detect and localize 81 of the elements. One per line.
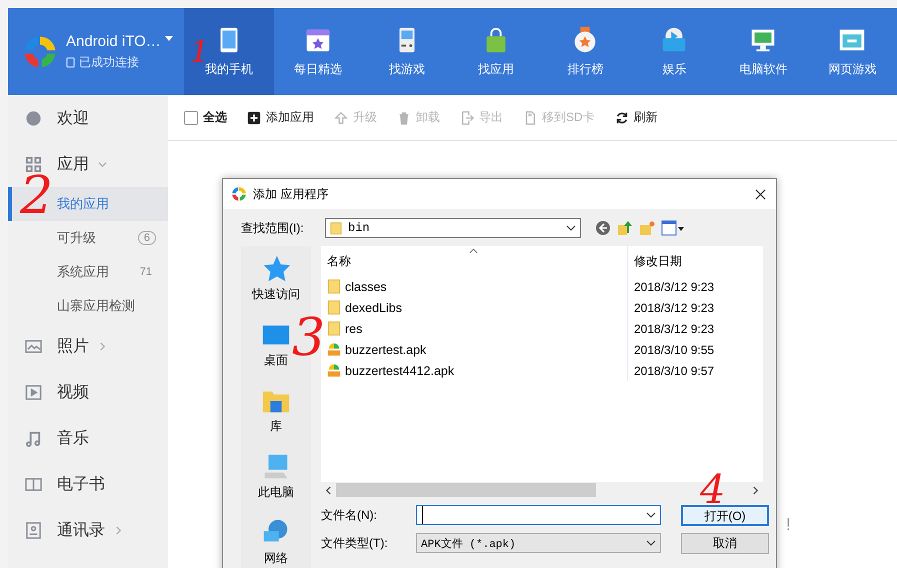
chevron-right-icon [114,526,123,534]
nav-tab[interactable]: 电脑软件 [718,8,808,95]
toolbar-button[interactable]: 添加应用 [247,109,314,126]
date-cell: 2018/3/12 9:23 [627,297,763,318]
contact-icon [25,522,42,538]
music-icon [25,430,42,446]
app-logo-icon [231,186,247,202]
sidebar-item[interactable]: 欢迎 [8,95,168,141]
nav-tab[interactable]: 排行榜 [540,8,630,95]
sd-icon [523,110,537,124]
date-cell: 2018/3/12 9:23 [627,276,763,297]
file-type-label: 文件类型(T): [321,534,389,552]
phone-link-icon [66,56,75,68]
column-header[interactable]: 修改日期 [627,246,763,276]
file-name-field[interactable] [416,505,661,525]
dialog-button[interactable]: 取消 [681,532,769,554]
nav-tab[interactable]: 每日精选 [274,8,363,95]
count-badge: 6 [138,231,156,245]
grid-icon [25,156,42,172]
column-header[interactable]: 名称 [321,252,627,270]
nav-tab[interactable]: 娱乐 [630,8,719,95]
place-shortcut[interactable]: 网络 [261,518,291,567]
export-icon [460,110,474,124]
dialog-title: 添加 应用程序 [253,186,328,202]
device-name[interactable]: Android iTO… [66,32,161,50]
scroll-right-icon[interactable] [752,486,759,494]
up-icon [334,110,348,124]
place-shortcut[interactable]: 桌面 [261,320,291,369]
sidebar-subitem[interactable]: 系统应用 71 [8,255,168,289]
book-icon [25,476,42,492]
background-text: ! [786,515,791,535]
place-shortcut[interactable]: 快速访问 [252,254,300,303]
folder-icon [330,221,342,235]
dialog-button[interactable]: 打开(O) [681,504,769,526]
folder-icon [327,300,341,315]
folder-icon [327,279,341,294]
file-type-dropdown[interactable]: APK文件 (*.apk) [416,533,661,553]
look-in-label: 查找范围(I): [241,220,305,236]
chevron-right-icon [98,342,107,350]
sidebar-item[interactable]: 音乐 [8,415,168,461]
sidebar-subitem[interactable]: 山寨应用检测 [8,289,168,323]
file-name-cell[interactable]: classes [321,276,627,297]
sidebar-item[interactable]: 视频 [8,369,168,415]
folder-icon [327,321,341,336]
date-cell: 2018/3/12 9:23 [627,318,763,339]
sidebar-item[interactable]: 照片 [8,323,168,369]
close-icon[interactable] [755,188,766,200]
date-cell: 2018/3/10 9:57 [627,360,763,381]
apk-file-icon [327,342,341,357]
place-shortcut[interactable]: 库 [261,386,291,435]
trash-icon [397,110,411,124]
view-menu-icon[interactable] [661,220,685,236]
sidebar-item[interactable]: 通讯录 [8,507,168,553]
file-name-label: 文件名(N): [321,506,378,524]
refresh-icon [614,110,629,124]
video-icon [25,384,42,400]
scroll-left-icon[interactable] [325,486,332,494]
look-in-dropdown[interactable]: bin [325,218,581,238]
dropdown-caret-icon [646,540,656,546]
connection-status: 已成功连接 [79,54,139,70]
nav-tab[interactable]: 找应用 [452,8,541,95]
apk-file-icon [327,363,341,378]
place-shortcut[interactable]: 此电脑 [258,452,294,501]
date-cell: 2018/3/10 9:55 [627,339,763,360]
select-all-checkbox[interactable]: 全选 [184,109,227,126]
toolbar-button[interactable]: 刷新 [614,109,658,126]
image-icon [25,338,42,354]
sidebar-item[interactable]: 电子书 [8,461,168,507]
plus-icon [247,110,261,124]
star-icon [261,254,291,284]
sidebar-subitem[interactable]: 可升级 6 [8,221,168,255]
dropdown-caret-icon[interactable] [646,512,656,518]
app-logo-icon [22,34,58,70]
back-icon[interactable] [595,220,611,236]
scrollbar-thumb[interactable] [336,483,596,497]
count-label: 71 [140,266,152,278]
chevron-down-icon [98,160,107,168]
dropdown-caret-icon [566,225,576,231]
nav-tab[interactable]: 找游戏 [362,8,452,95]
nav-tab[interactable]: 网页游戏 [808,8,897,95]
up-folder-icon[interactable] [617,220,633,236]
